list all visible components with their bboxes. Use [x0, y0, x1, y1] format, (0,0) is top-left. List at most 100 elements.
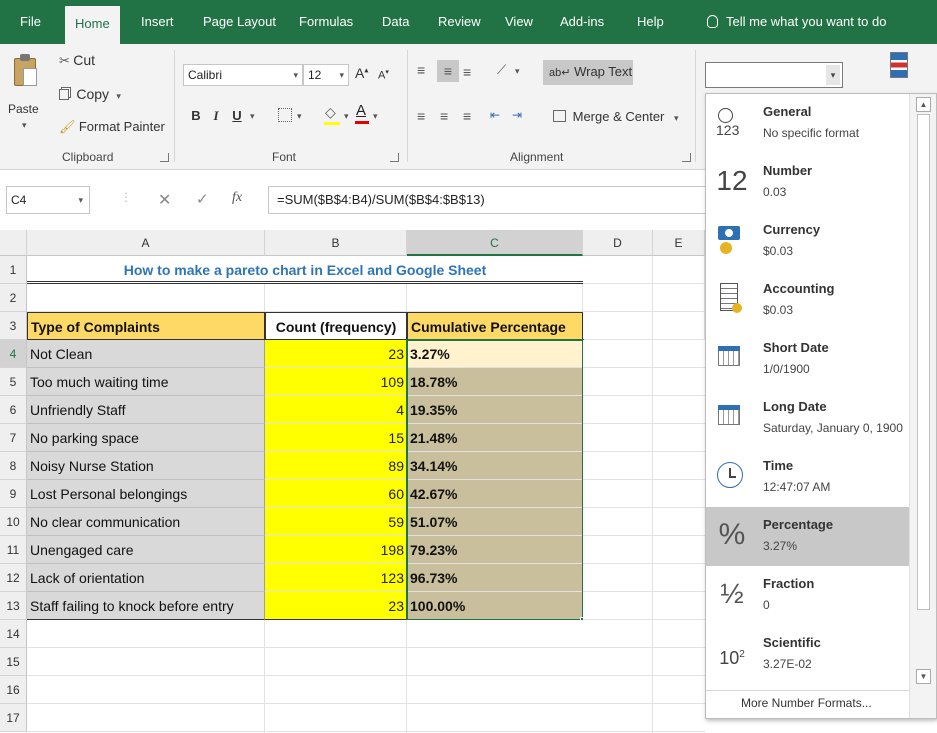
format-option-short-date[interactable]: Short Date 1/0/1900 — [706, 330, 909, 389]
grow-font-button[interactable]: A▴ — [355, 65, 368, 81]
dropdown-scrollbar[interactable]: ▲ ▼ — [909, 94, 936, 718]
cell[interactable] — [265, 284, 407, 312]
align-bottom-icon[interactable]: ≡ — [463, 64, 471, 80]
count-cell[interactable]: 123 — [265, 564, 407, 592]
conditional-formatting-icon[interactable] — [888, 50, 912, 80]
font-size-box[interactable]: 12 ▾ — [303, 64, 349, 86]
row-header[interactable]: 3 — [0, 312, 27, 340]
cumulative-cell[interactable]: 21.48% — [407, 424, 583, 452]
complaint-cell[interactable]: Noisy Nurse Station — [27, 452, 265, 480]
paste-icon[interactable] — [12, 54, 38, 88]
format-option-accounting[interactable]: Accounting $0.03 — [706, 271, 909, 330]
cumulative-cell[interactable]: 51.07% — [407, 508, 583, 536]
scroll-up-icon[interactable]: ▲ — [916, 97, 931, 112]
format-option-currency[interactable]: Currency $0.03 — [706, 212, 909, 271]
insert-function-icon[interactable]: fx — [232, 190, 242, 206]
cell[interactable] — [407, 284, 583, 312]
number-format-box[interactable]: ▾ — [705, 62, 843, 88]
header-cell-cumulative[interactable]: Cumulative Percentage — [407, 312, 583, 340]
paste-button[interactable]: Paste — [8, 102, 39, 116]
empty-cells-rows-14-17[interactable] — [27, 620, 583, 733]
complaint-cell[interactable]: Too much waiting time — [27, 368, 265, 396]
alignment-launcher-icon[interactable] — [682, 153, 691, 162]
complaint-cell[interactable]: Staff failing to knock before entry — [27, 592, 265, 620]
tab-formulas[interactable]: Formulas — [299, 0, 353, 44]
count-cell[interactable]: 60 — [265, 480, 407, 508]
format-option-general[interactable]: 123 General No specific format — [706, 94, 909, 153]
orientation-dropdown-icon[interactable]: ▾ — [515, 66, 520, 77]
wrap-text-button[interactable]: ab↵ Wrap Text — [543, 60, 633, 85]
column-header-e[interactable]: E — [653, 230, 705, 256]
cumulative-cell[interactable]: 34.14% — [407, 452, 583, 480]
row-header[interactable]: 17 — [0, 704, 27, 732]
count-cell[interactable]: 23 — [265, 592, 407, 620]
align-right-icon[interactable]: ≡ — [463, 108, 471, 124]
align-middle-icon[interactable]: ≡ — [437, 60, 459, 82]
select-all-corner[interactable] — [0, 230, 27, 256]
count-cell[interactable]: 4 — [265, 396, 407, 424]
borders-icon[interactable] — [278, 108, 292, 122]
count-cell[interactable]: 23 — [265, 340, 407, 368]
empty-cells-d-e[interactable] — [583, 340, 705, 733]
more-number-formats-link[interactable]: More Number Formats... — [741, 696, 872, 710]
formula-input[interactable]: =SUM($B$4:B4)/SUM($B$4:$B$13) — [268, 186, 705, 214]
underline-dropdown-icon[interactable]: ▾ — [250, 111, 255, 122]
cumulative-cell[interactable]: 18.78% — [407, 368, 583, 396]
complaint-cell[interactable]: Unfriendly Staff — [27, 396, 265, 424]
cumulative-cell-active[interactable]: 3.27% — [407, 340, 583, 368]
font-name-dropdown-icon[interactable]: ▾ — [293, 65, 298, 85]
tab-help[interactable]: Help — [637, 0, 664, 44]
copy-dropdown-icon[interactable]: ▾ — [116, 91, 121, 101]
row-header[interactable]: 5 — [0, 368, 27, 396]
column-header-a[interactable]: A — [27, 230, 265, 256]
cancel-formula-icon[interactable]: ✕ — [158, 190, 171, 210]
column-header-b[interactable]: B — [265, 230, 407, 256]
format-option-fraction[interactable]: ½ Fraction 0 — [706, 566, 909, 625]
header-cell-type[interactable]: Type of Complaints — [27, 312, 265, 340]
increase-indent-icon[interactable]: ⇥ — [512, 108, 522, 122]
format-painter-button[interactable]: 🖌 Format Painter — [59, 119, 165, 135]
row-header[interactable]: 14 — [0, 620, 27, 648]
tab-data[interactable]: Data — [382, 0, 409, 44]
tell-me-search[interactable]: Tell me what you want to do — [707, 0, 886, 44]
row-header[interactable]: 6 — [0, 396, 27, 424]
name-box[interactable]: C4 ▾ — [6, 186, 90, 214]
name-box-dropdown-icon[interactable]: ▾ — [78, 187, 83, 213]
row-header[interactable]: 10 — [0, 508, 27, 536]
font-launcher-icon[interactable] — [390, 153, 399, 162]
format-option-long-date[interactable]: Long Date Saturday, January 0, 1900 — [706, 389, 909, 448]
font-color-dropdown-icon[interactable]: ▾ — [373, 111, 378, 122]
count-cell[interactable]: 198 — [265, 536, 407, 564]
format-option-time[interactable]: Time 12:47:07 AM — [706, 448, 909, 507]
row-header[interactable]: 15 — [0, 648, 27, 676]
borders-dropdown-icon[interactable]: ▾ — [297, 111, 302, 122]
cumulative-cell[interactable]: 100.00% — [407, 592, 583, 620]
header-cell-count[interactable]: Count (frequency) — [265, 312, 407, 340]
paste-dropdown-icon[interactable]: ▾ — [22, 120, 27, 131]
sheet-title-cell[interactable]: How to make a pareto chart in Excel and … — [27, 256, 583, 284]
tab-home[interactable]: Home — [65, 6, 120, 44]
row-header[interactable]: 1 — [0, 256, 27, 284]
underline-button[interactable]: U — [228, 105, 246, 127]
cumulative-cell[interactable]: 19.35% — [407, 396, 583, 424]
cell[interactable] — [653, 312, 705, 340]
enter-formula-icon[interactable]: ✓ — [196, 190, 209, 208]
fill-color-button[interactable]: ◇ — [324, 104, 340, 125]
column-header-c[interactable]: C — [407, 230, 583, 256]
cell[interactable] — [583, 256, 653, 284]
italic-button[interactable]: I — [207, 105, 225, 127]
clipboard-launcher-icon[interactable] — [160, 153, 169, 162]
row-header[interactable]: 7 — [0, 424, 27, 452]
column-header-d[interactable]: D — [583, 230, 653, 256]
cumulative-cell[interactable]: 79.23% — [407, 536, 583, 564]
cut-button[interactable]: ✂ Cut — [59, 52, 95, 69]
format-option-number[interactable]: 12 Number 0.03 — [706, 153, 909, 212]
count-cell[interactable]: 109 — [265, 368, 407, 396]
cumulative-cell[interactable]: 96.73% — [407, 564, 583, 592]
complaint-cell[interactable]: No parking space — [27, 424, 265, 452]
decrease-indent-icon[interactable]: ⇤ — [490, 108, 500, 122]
bold-button[interactable]: B — [187, 105, 205, 127]
tab-add-ins[interactable]: Add-ins — [560, 0, 604, 44]
align-top-icon[interactable]: ≡ — [417, 62, 425, 78]
format-option-scientific[interactable]: 102 Scientific 3.27E-02 — [706, 625, 909, 684]
